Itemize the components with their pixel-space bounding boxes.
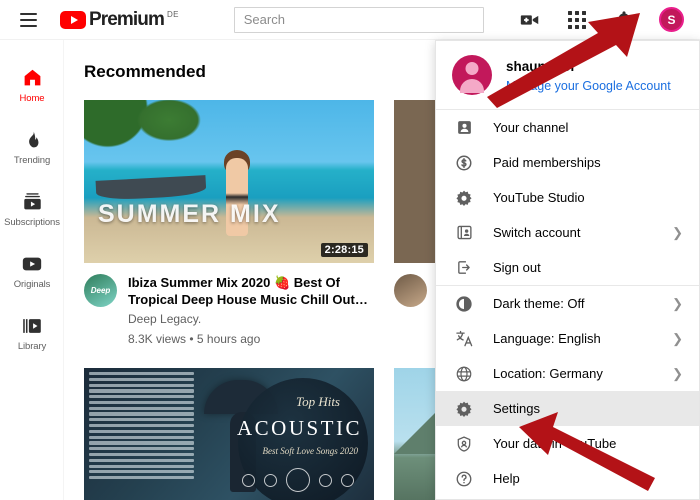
video-stats: 8.3K views • 5 hours ago (128, 332, 261, 346)
notifications-bell-icon[interactable] (612, 8, 636, 32)
menu-item-your-data-in-youtube[interactable]: Your data in YouTube (436, 426, 699, 461)
thumbnail-overlay-subtitle-1: Top Hits (296, 394, 340, 409)
menu-item-help[interactable]: Help (436, 461, 699, 496)
gear-icon (452, 400, 476, 418)
youtube-premium-logo[interactable]: Premium DE (60, 9, 179, 30)
chevron-right-icon: ❯ (672, 365, 683, 381)
menu-item-label: Settings (493, 401, 540, 416)
sidebar-label-library: Library (17, 340, 47, 352)
sign-out-icon (452, 259, 476, 276)
video-card[interactable]: Top Hits ACOUSTIC Best Soft Love Songs 2… (84, 368, 374, 500)
library-icon (21, 315, 43, 337)
menu-group-preferences: Dark theme: Off ❯ Language: English ❯ Lo… (436, 286, 699, 496)
thumbnail-overlay-subtitle-2: Best Soft Love Songs 2020 (262, 446, 359, 456)
sidebar-label-originals: Originals (13, 278, 51, 290)
video-duration-badge: 2:28:15 (320, 243, 368, 257)
channel-avatar[interactable]: Deep (84, 274, 117, 307)
top-header-bar: Premium DE Search S (0, 0, 700, 40)
dark-theme-icon (452, 295, 476, 313)
boat-shape (95, 175, 207, 201)
gear-studio-icon (452, 189, 476, 207)
menu-item-location[interactable]: Location: Germany ❯ (436, 356, 699, 391)
menu-item-youtube-studio[interactable]: YouTube Studio (436, 180, 699, 215)
menu-group-account: Your channel Paid memberships YouTube St… (436, 110, 699, 285)
apps-grid-icon[interactable] (565, 8, 589, 32)
person-card-icon (452, 119, 476, 136)
search-bar[interactable] (233, 6, 484, 33)
chevron-right-icon: ❯ (672, 330, 683, 346)
account-dropdown-menu: shaunpoor Manage your Google Account You… (435, 40, 700, 500)
account-avatar (452, 55, 492, 95)
header-actions: S (518, 7, 700, 32)
youtube-home-page: Premium DE Search S Home Trending Subscr… (0, 0, 700, 500)
logo-text: Premium (89, 9, 165, 30)
summer-mix-thumbnail[interactable]: SUMMER MIX 2:28:15 (84, 100, 374, 263)
hamburger-menu-icon[interactable] (8, 0, 48, 40)
menu-item-language[interactable]: Language: English ❯ (436, 321, 699, 356)
menu-item-your-channel[interactable]: Your channel (436, 110, 699, 145)
menu-item-label: Sign out (493, 260, 541, 275)
channel-avatar[interactable] (394, 274, 427, 307)
channel-avatar-text: Deep (90, 285, 111, 295)
switch-account-icon (452, 224, 476, 241)
help-question-icon (452, 470, 476, 488)
globe-location-icon (452, 365, 476, 383)
acoustic-top-hits-thumbnail[interactable]: Top Hits ACOUSTIC Best Soft Love Songs 2… (84, 368, 374, 500)
sidebar-item-subscriptions[interactable]: Subscriptions (0, 178, 64, 240)
shield-data-icon (452, 435, 476, 453)
menu-item-label: Your channel (493, 120, 569, 135)
thumbnail-overlay-text: SUMMER MIX (98, 200, 281, 228)
trending-flame-icon (21, 129, 43, 151)
menu-item-label: Location: Germany (493, 366, 603, 381)
sidebar-label-home: Home (19, 92, 45, 104)
thumbnail-overlay-text: ACOUSTIC (236, 416, 362, 440)
account-header: shaunpoor Manage your Google Account (436, 41, 699, 109)
account-username: shaunpoor (506, 58, 576, 74)
menu-item-sign-out[interactable]: Sign out (436, 250, 699, 285)
originals-icon (21, 253, 43, 275)
menu-item-settings[interactable]: Settings (436, 391, 699, 426)
chevron-right-icon: ❯ (672, 224, 683, 240)
menu-item-label: Help (493, 471, 520, 486)
player-controls-graphic (242, 468, 354, 492)
left-sidebar: Home Trending Subscriptions Originals Li… (0, 40, 64, 500)
menu-item-label: Language: English (493, 331, 601, 346)
logo-country-code: DE (167, 10, 179, 19)
youtube-play-icon (60, 11, 86, 29)
account-avatar-button[interactable]: S (659, 7, 684, 32)
chevron-right-icon: ❯ (672, 295, 683, 311)
video-meta: Deep Ibiza Summer Mix 2020 🍓 Best Of Tro… (84, 274, 374, 348)
video-card[interactable]: SUMMER MIX 2:28:15 Deep Ibiza Summer Mix… (84, 100, 374, 348)
search-input[interactable] (243, 12, 474, 27)
sidebar-label-trending: Trending (13, 154, 51, 166)
create-video-icon[interactable] (518, 8, 542, 32)
sidebar-item-trending[interactable]: Trending (0, 116, 64, 178)
language-translate-icon (452, 329, 476, 348)
home-icon (21, 67, 43, 89)
sidebar-item-originals[interactable]: Originals (0, 240, 64, 302)
sidebar-item-home[interactable]: Home (0, 54, 64, 116)
menu-item-label: Switch account (493, 225, 581, 240)
dollar-circle-icon (452, 154, 476, 172)
menu-item-dark-theme[interactable]: Dark theme: Off ❯ (436, 286, 699, 321)
subscriptions-icon (21, 191, 43, 213)
menu-item-label: YouTube Studio (493, 190, 585, 205)
menu-item-label: Paid memberships (493, 155, 601, 170)
menu-item-switch-account[interactable]: Switch account ❯ (436, 215, 699, 250)
sidebar-label-subscriptions: Subscriptions (4, 216, 60, 228)
menu-item-paid-memberships[interactable]: Paid memberships (436, 145, 699, 180)
tracklist-lines (89, 372, 194, 482)
video-channel-name[interactable]: Deep Legacy. (128, 311, 374, 328)
avatar-initial: S (667, 12, 676, 27)
sidebar-item-library[interactable]: Library (0, 302, 64, 364)
video-title[interactable]: Ibiza Summer Mix 2020 🍓 Best Of Tropical… (128, 274, 374, 308)
menu-item-label: Your data in YouTube (493, 436, 617, 451)
menu-item-label: Dark theme: Off (493, 296, 585, 311)
manage-google-account-link[interactable]: Manage your Google Account (506, 79, 671, 93)
palm-tree-shape-2 (124, 100, 214, 150)
